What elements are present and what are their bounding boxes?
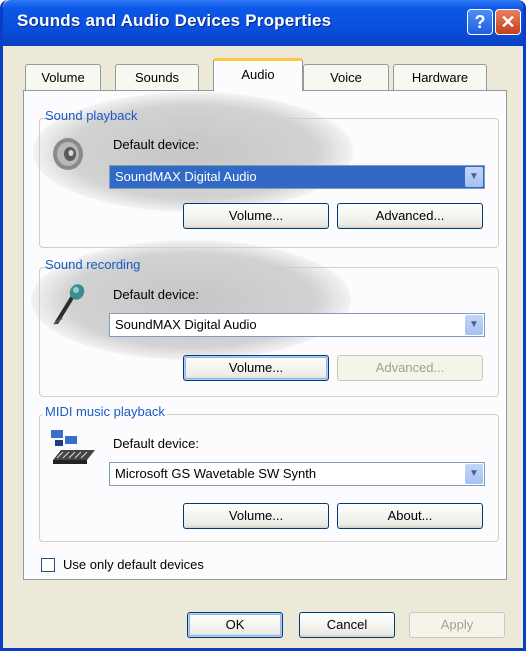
sound-playback-legend: Sound playback (45, 108, 138, 123)
playback-advanced-button[interactable]: Advanced... (337, 203, 483, 229)
apply-button: Apply (409, 612, 505, 638)
recording-device-dropdown[interactable]: SoundMAX Digital Audio ▼ (109, 313, 485, 337)
tab-voice[interactable]: Voice (303, 64, 389, 90)
title-bar[interactable]: Sounds and Audio Devices Properties ? ✕ (3, 0, 523, 46)
chevron-down-icon[interactable]: ▼ (465, 464, 483, 484)
midi-default-device-label: Default device: (113, 436, 199, 451)
tab-hardware[interactable]: Hardware (393, 64, 487, 90)
playback-device-value: SoundMAX Digital Audio (115, 169, 257, 184)
playback-default-device-label: Default device: (113, 137, 199, 152)
cancel-button[interactable]: Cancel (299, 612, 395, 638)
midi-device-value: Microsoft GS Wavetable SW Synth (115, 466, 317, 481)
midi-playback-legend: MIDI music playback (43, 404, 167, 419)
ok-button[interactable]: OK (187, 612, 283, 638)
midi-device-dropdown[interactable]: Microsoft GS Wavetable SW Synth ▼ (109, 462, 485, 486)
sound-recording-legend: Sound recording (45, 257, 141, 272)
chevron-down-icon[interactable]: ▼ (465, 167, 483, 187)
recording-volume-button[interactable]: Volume... (183, 355, 329, 381)
close-button[interactable]: ✕ (495, 9, 521, 35)
help-button[interactable]: ? (467, 9, 493, 35)
midi-about-button[interactable]: About... (337, 503, 483, 529)
speaker-icon (53, 138, 83, 170)
chevron-down-icon[interactable]: ▼ (465, 315, 483, 335)
playback-device-dropdown[interactable]: SoundMAX Digital Audio ▼ (109, 165, 485, 189)
tab-audio[interactable]: Audio (213, 58, 303, 91)
dialog-window: Sounds and Audio Devices Properties ? ✕ … (0, 0, 526, 651)
tab-sounds[interactable]: Sounds (115, 64, 199, 90)
playback-volume-button[interactable]: Volume... (183, 203, 329, 229)
use-default-devices-label: Use only default devices (63, 557, 204, 572)
midi-volume-button[interactable]: Volume... (183, 503, 329, 529)
microphone-icon (53, 284, 85, 325)
recording-default-device-label: Default device: (113, 287, 199, 302)
midi-keyboard-icon (51, 430, 95, 464)
use-default-devices-checkbox[interactable] (41, 558, 55, 572)
tab-volume[interactable]: Volume (25, 64, 101, 90)
recording-advanced-button: Advanced... (337, 355, 483, 381)
recording-device-value: SoundMAX Digital Audio (115, 317, 257, 332)
window-title: Sounds and Audio Devices Properties (17, 11, 332, 30)
